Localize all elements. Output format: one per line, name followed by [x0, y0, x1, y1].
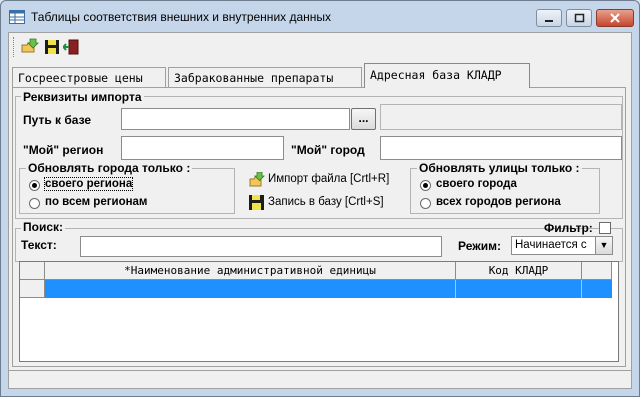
client-area: Госреестровые цены Забракованные препара…	[8, 32, 632, 389]
own-region-label[interactable]: своего региона	[43, 177, 134, 191]
import-file-icon	[249, 172, 265, 187]
radio-all-region-cities[interactable]	[420, 198, 431, 209]
my-region-label: "Мой" регион	[23, 143, 104, 157]
filter-label: Фильтр:	[544, 221, 593, 235]
import-file-action[interactable]: Импорт файла [Crtl+R]	[268, 173, 389, 185]
minimize-icon	[545, 20, 553, 22]
main-window: Таблицы соответствия внешних и внутренни…	[0, 0, 640, 397]
row-name-cell[interactable]	[45, 280, 456, 298]
path-input[interactable]	[121, 108, 350, 130]
save-to-db-action[interactable]: Запись в базу [Crtl+S]	[268, 196, 384, 208]
grid-indicator-header	[20, 262, 45, 280]
my-city-input[interactable]	[380, 136, 622, 160]
own-city-label[interactable]: своего города	[436, 178, 517, 190]
grid-header-name[interactable]: *Наименование административной единицы	[45, 262, 456, 280]
my-region-input[interactable]	[121, 136, 284, 160]
grid-header-kladr-code[interactable]: Код КЛАДР	[456, 262, 582, 280]
search-mode-select[interactable]: Начинается с ▼	[511, 236, 613, 255]
toolbar	[9, 33, 631, 61]
kladr-grid: *Наименование административной единицы К…	[19, 261, 619, 362]
search-text-input[interactable]	[80, 236, 442, 257]
radio-own-city[interactable]	[420, 180, 431, 191]
tab-rejected-drugs[interactable]: Забракованные препараты	[168, 67, 362, 87]
chevron-down-icon[interactable]: ▼	[595, 237, 612, 254]
toolbar-grip[interactable]	[13, 37, 17, 57]
path-info-field	[380, 104, 622, 130]
search-text-label: Текст:	[21, 238, 57, 252]
filter-checkbox[interactable]	[599, 222, 611, 234]
radio-all-regions[interactable]	[29, 198, 40, 209]
minimize-button[interactable]	[536, 9, 562, 27]
import-requisites-label: Реквизиты импорта	[21, 90, 144, 104]
radio-own-region[interactable]	[29, 180, 40, 191]
row-indicator[interactable]	[20, 280, 45, 298]
row-code-cell[interactable]	[456, 280, 582, 298]
table-app-icon	[9, 10, 25, 24]
close-icon	[610, 13, 620, 23]
close-button[interactable]	[596, 9, 634, 27]
import-folder-icon[interactable]	[21, 38, 39, 56]
cities-update-label: Обновлять города только :	[26, 161, 193, 175]
maximize-icon	[574, 13, 585, 23]
window-title: Таблицы соответствия внешних и внутренни…	[31, 10, 332, 24]
my-city-label: "Мой" город	[291, 143, 365, 157]
exit-door-icon[interactable]	[63, 38, 81, 56]
all-region-cities-label[interactable]: всех городов региона	[436, 196, 561, 208]
path-label: Путь к базе	[23, 113, 92, 127]
row-filler-cell	[582, 280, 612, 298]
tab-strip: Госреестровые цены Забракованные препара…	[9, 63, 631, 88]
tab-gosreestr-prices[interactable]: Госреестровые цены	[12, 67, 166, 87]
tab-kladr-address-base[interactable]: Адресная база КЛАДР	[364, 63, 530, 88]
table-row[interactable]	[20, 280, 612, 298]
save-floppy-icon[interactable]	[43, 38, 61, 56]
save-to-db-icon	[249, 195, 264, 210]
streets-update-label: Обновлять улицы только :	[417, 161, 582, 175]
browse-button[interactable]: ...	[351, 108, 376, 130]
all-regions-label[interactable]: по всем регионам	[45, 196, 147, 208]
grid-header-filler	[582, 262, 612, 280]
search-mode-label: Режим:	[458, 239, 501, 253]
search-group-label: Поиск:	[21, 220, 66, 234]
maximize-button[interactable]	[566, 9, 592, 27]
status-bar	[9, 370, 631, 389]
title-bar[interactable]: Таблицы соответствия внешних и внутренни…	[1, 1, 639, 31]
